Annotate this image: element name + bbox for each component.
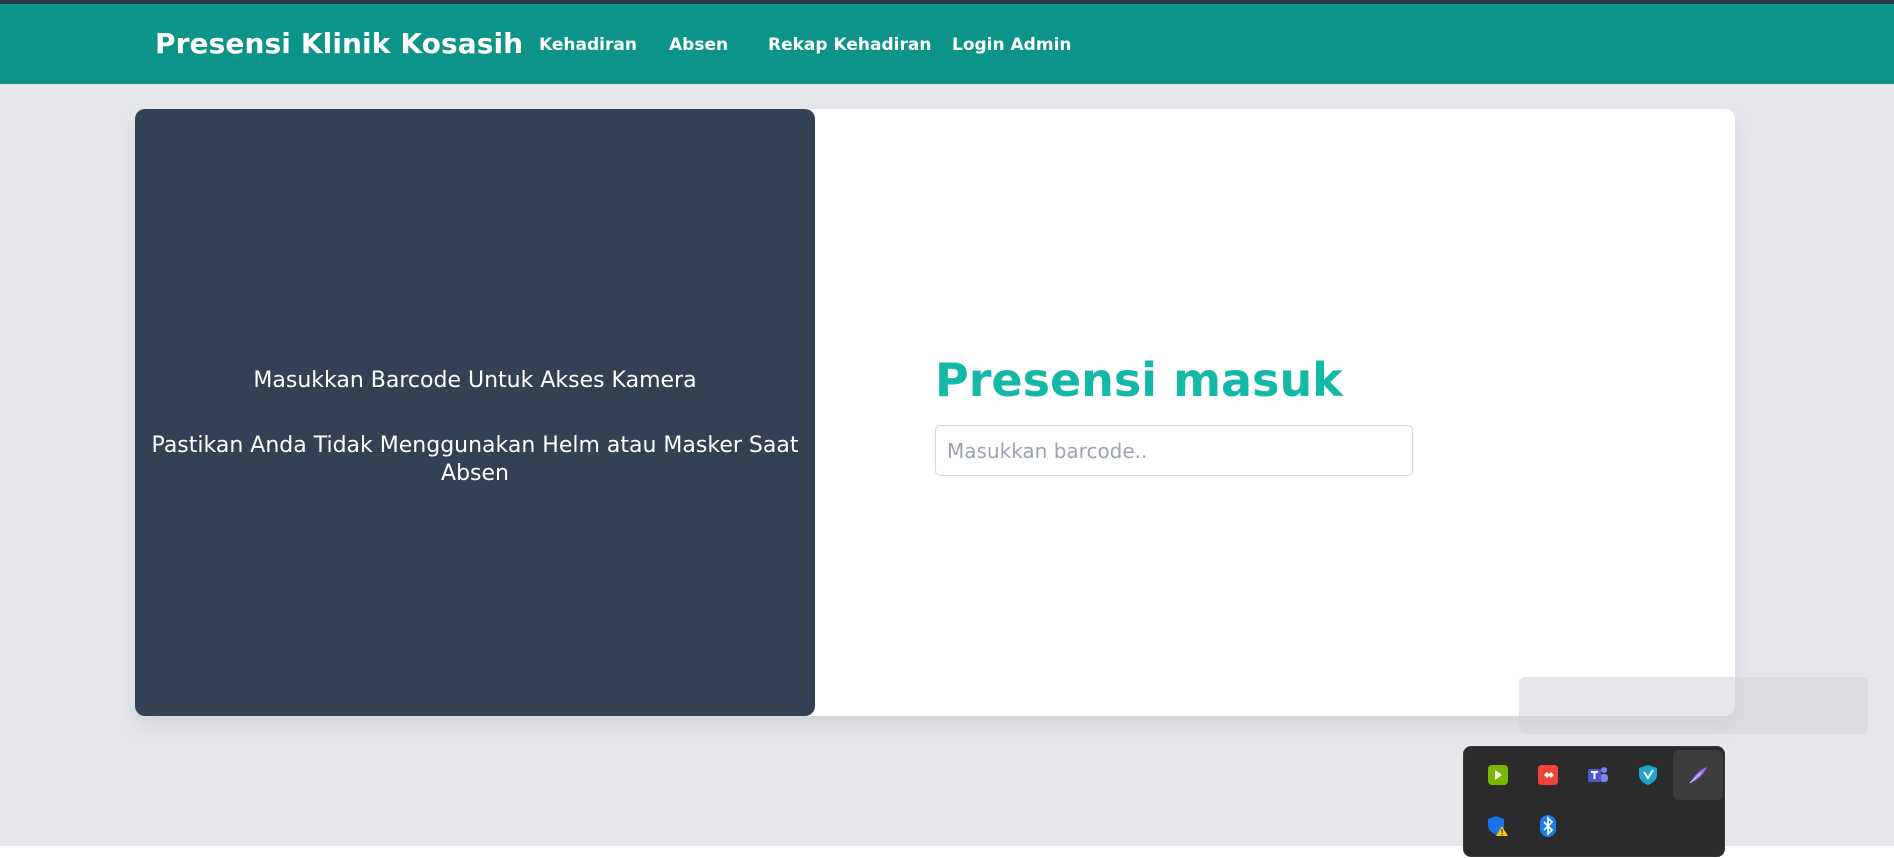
anydesk-icon[interactable] — [1523, 750, 1573, 800]
nav-link-rekap-kehadiran[interactable]: Rekap Kehadiran — [768, 34, 931, 56]
notification-placeholder — [1519, 677, 1868, 734]
teams-icon[interactable] — [1573, 750, 1623, 800]
navbar: Presensi Klinik Kosasih Kehadiran Absen … — [0, 4, 1894, 84]
page-title: Presensi masuk — [935, 353, 1343, 407]
system-tray-overflow — [1463, 746, 1725, 857]
nav-link-kehadiran[interactable]: Kehadiran — [539, 34, 637, 56]
camera-instruction: Masukkan Barcode Untuk Akses Kamera — [253, 368, 697, 393]
vpn-shield-icon[interactable] — [1623, 750, 1673, 800]
pen-feather-icon[interactable] — [1673, 750, 1723, 800]
nav-link-absen[interactable]: Absen — [669, 34, 728, 56]
nav-link-login-admin[interactable]: Login Admin — [952, 34, 1072, 56]
presence-card: Masukkan Barcode Untuk Akses Kamera Past… — [135, 109, 1735, 716]
brand-title[interactable]: Presensi Klinik Kosasih — [155, 26, 523, 62]
helmet-mask-notice: Pastikan Anda Tidak Menggunakan Helm ata… — [151, 433, 799, 486]
barcode-input[interactable] — [935, 425, 1413, 476]
bluetooth-icon[interactable] — [1523, 801, 1573, 851]
camera-panel: Masukkan Barcode Untuk Akses Kamera Past… — [135, 109, 815, 716]
security-warning-icon[interactable] — [1473, 801, 1523, 851]
nvidia-icon[interactable] — [1473, 750, 1523, 800]
